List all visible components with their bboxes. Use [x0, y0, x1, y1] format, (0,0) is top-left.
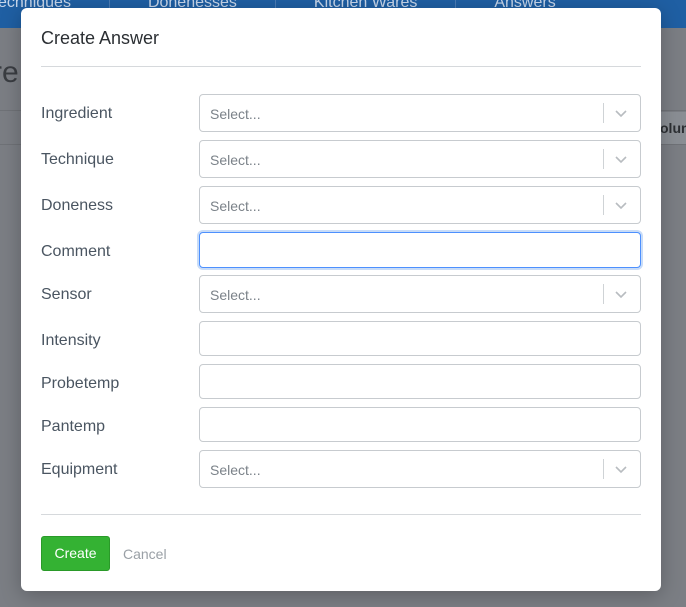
equipment-label: Equipment	[41, 461, 118, 478]
doneness-select[interactable]: Select...	[199, 186, 641, 224]
select-separator	[603, 284, 604, 304]
cancel-button[interactable]: Cancel	[123, 546, 167, 562]
comment-input[interactable]	[199, 232, 641, 268]
doneness-label: Doneness	[41, 197, 114, 214]
create-button[interactable]: Create	[41, 536, 110, 571]
equipment-select-placeholder: Select...	[210, 462, 261, 478]
sensor-select-placeholder: Select...	[210, 287, 261, 303]
comment-label: Comment	[41, 243, 111, 260]
select-separator	[603, 103, 604, 123]
technique-select-placeholder: Select...	[210, 152, 261, 168]
technique-select[interactable]: Select...	[199, 140, 641, 178]
select-separator	[603, 195, 604, 215]
select-separator	[603, 149, 604, 169]
doneness-select-placeholder: Select...	[210, 198, 261, 214]
pantemp-input[interactable]	[199, 407, 641, 442]
modal-title: Create Answer	[41, 28, 160, 48]
intensity-input[interactable]	[199, 321, 641, 356]
modal-footer-divider	[41, 514, 641, 515]
chevron-down-icon[interactable]	[613, 151, 629, 167]
background-column-label: olum	[660, 120, 686, 136]
select-separator	[603, 459, 604, 479]
ingredient-select[interactable]: Select...	[199, 94, 641, 132]
create-answer-modal: Create Answer Ingredient Select... Techn…	[21, 8, 661, 591]
ingredient-select-placeholder: Select...	[210, 106, 261, 122]
chevron-down-icon[interactable]	[613, 286, 629, 302]
intensity-label: Intensity	[41, 332, 101, 349]
sensor-select[interactable]: Select...	[199, 275, 641, 313]
chevron-down-icon[interactable]	[613, 461, 629, 477]
technique-label: Technique	[41, 151, 114, 168]
probetemp-input[interactable]	[199, 364, 641, 399]
background-page-title: re	[0, 56, 19, 89]
ingredient-label: Ingredient	[41, 105, 113, 122]
pantemp-label: Pantemp	[41, 418, 106, 435]
chevron-down-icon[interactable]	[613, 197, 629, 213]
equipment-select[interactable]: Select...	[199, 450, 641, 488]
chevron-down-icon[interactable]	[613, 105, 629, 121]
modal-header-divider	[41, 66, 641, 67]
probetemp-label: Probetemp	[41, 375, 120, 392]
sensor-label: Sensor	[41, 286, 92, 303]
